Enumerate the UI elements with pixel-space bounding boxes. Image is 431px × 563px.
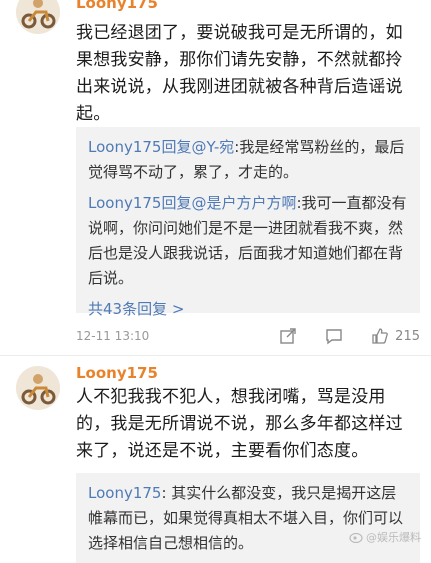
timestamp: 12-11 13:10 xyxy=(76,329,150,343)
reply-box: Loony175回复@Y-宛:我是经常骂粉丝的，最后觉得骂不动了，累了，才走的。… xyxy=(76,127,420,318)
reply-box: Loony175: 其实什么都没变，我只是揭开这层帷幕而已，如果觉得真相太不堪入… xyxy=(76,473,420,563)
more-replies-link[interactable]: 共43条回复 > xyxy=(88,297,408,322)
username-text[interactable]: Loony175 xyxy=(76,364,158,382)
reply-author[interactable]: Loony175 xyxy=(88,138,161,156)
like-count: 215 xyxy=(395,328,420,344)
reply-item[interactable]: Loony175回复@是户方户方啊:我可一直都没有说啊，你问问她们是不是一进团就… xyxy=(88,191,408,291)
like-button[interactable]: 215 xyxy=(371,327,420,345)
reply-target[interactable]: @Y-宛 xyxy=(191,138,234,156)
reply-target[interactable]: @是户方户方啊 xyxy=(191,194,296,212)
username[interactable]: Loony175 xyxy=(76,364,158,382)
avatar[interactable] xyxy=(16,366,60,410)
comment-text: 人不犯我我不犯人，想我闭嘴，骂是没用的，我是无所谓说不说，那么多年都这样过来了，… xyxy=(76,387,403,461)
motorcycle-avatar-icon xyxy=(16,366,60,410)
watermark: @娱乐爆料 xyxy=(349,529,421,545)
comment-icon[interactable] xyxy=(325,327,343,345)
username[interactable]: Loony175 xyxy=(76,0,158,12)
reply-author[interactable]: Loony175 xyxy=(88,484,161,502)
username-text[interactable]: Loony175 xyxy=(76,0,158,12)
avatar[interactable] xyxy=(16,0,60,34)
comment-text: 我已经退团了，要说破我可是无所谓的，如果想我安静，那你们请先安静，不然就都拎出来… xyxy=(76,23,403,124)
comment-meta: 12-11 13:10 215 xyxy=(76,327,420,345)
share-icon[interactable] xyxy=(279,327,297,345)
motorcycle-avatar-icon xyxy=(16,0,60,34)
reply-author[interactable]: Loony175 xyxy=(88,194,161,212)
reply-prefix: 回复 xyxy=(161,194,192,212)
reply-item[interactable]: Loony175回复@Y-宛:我是经常骂粉丝的，最后觉得骂不动了，累了，才走的。 xyxy=(88,135,408,185)
watermark-text: @娱乐爆料 xyxy=(366,531,421,544)
reply-prefix: 回复 xyxy=(161,138,192,156)
thumbs-up-icon xyxy=(372,328,389,344)
weibo-logo-icon xyxy=(349,532,363,543)
divider xyxy=(0,355,431,356)
